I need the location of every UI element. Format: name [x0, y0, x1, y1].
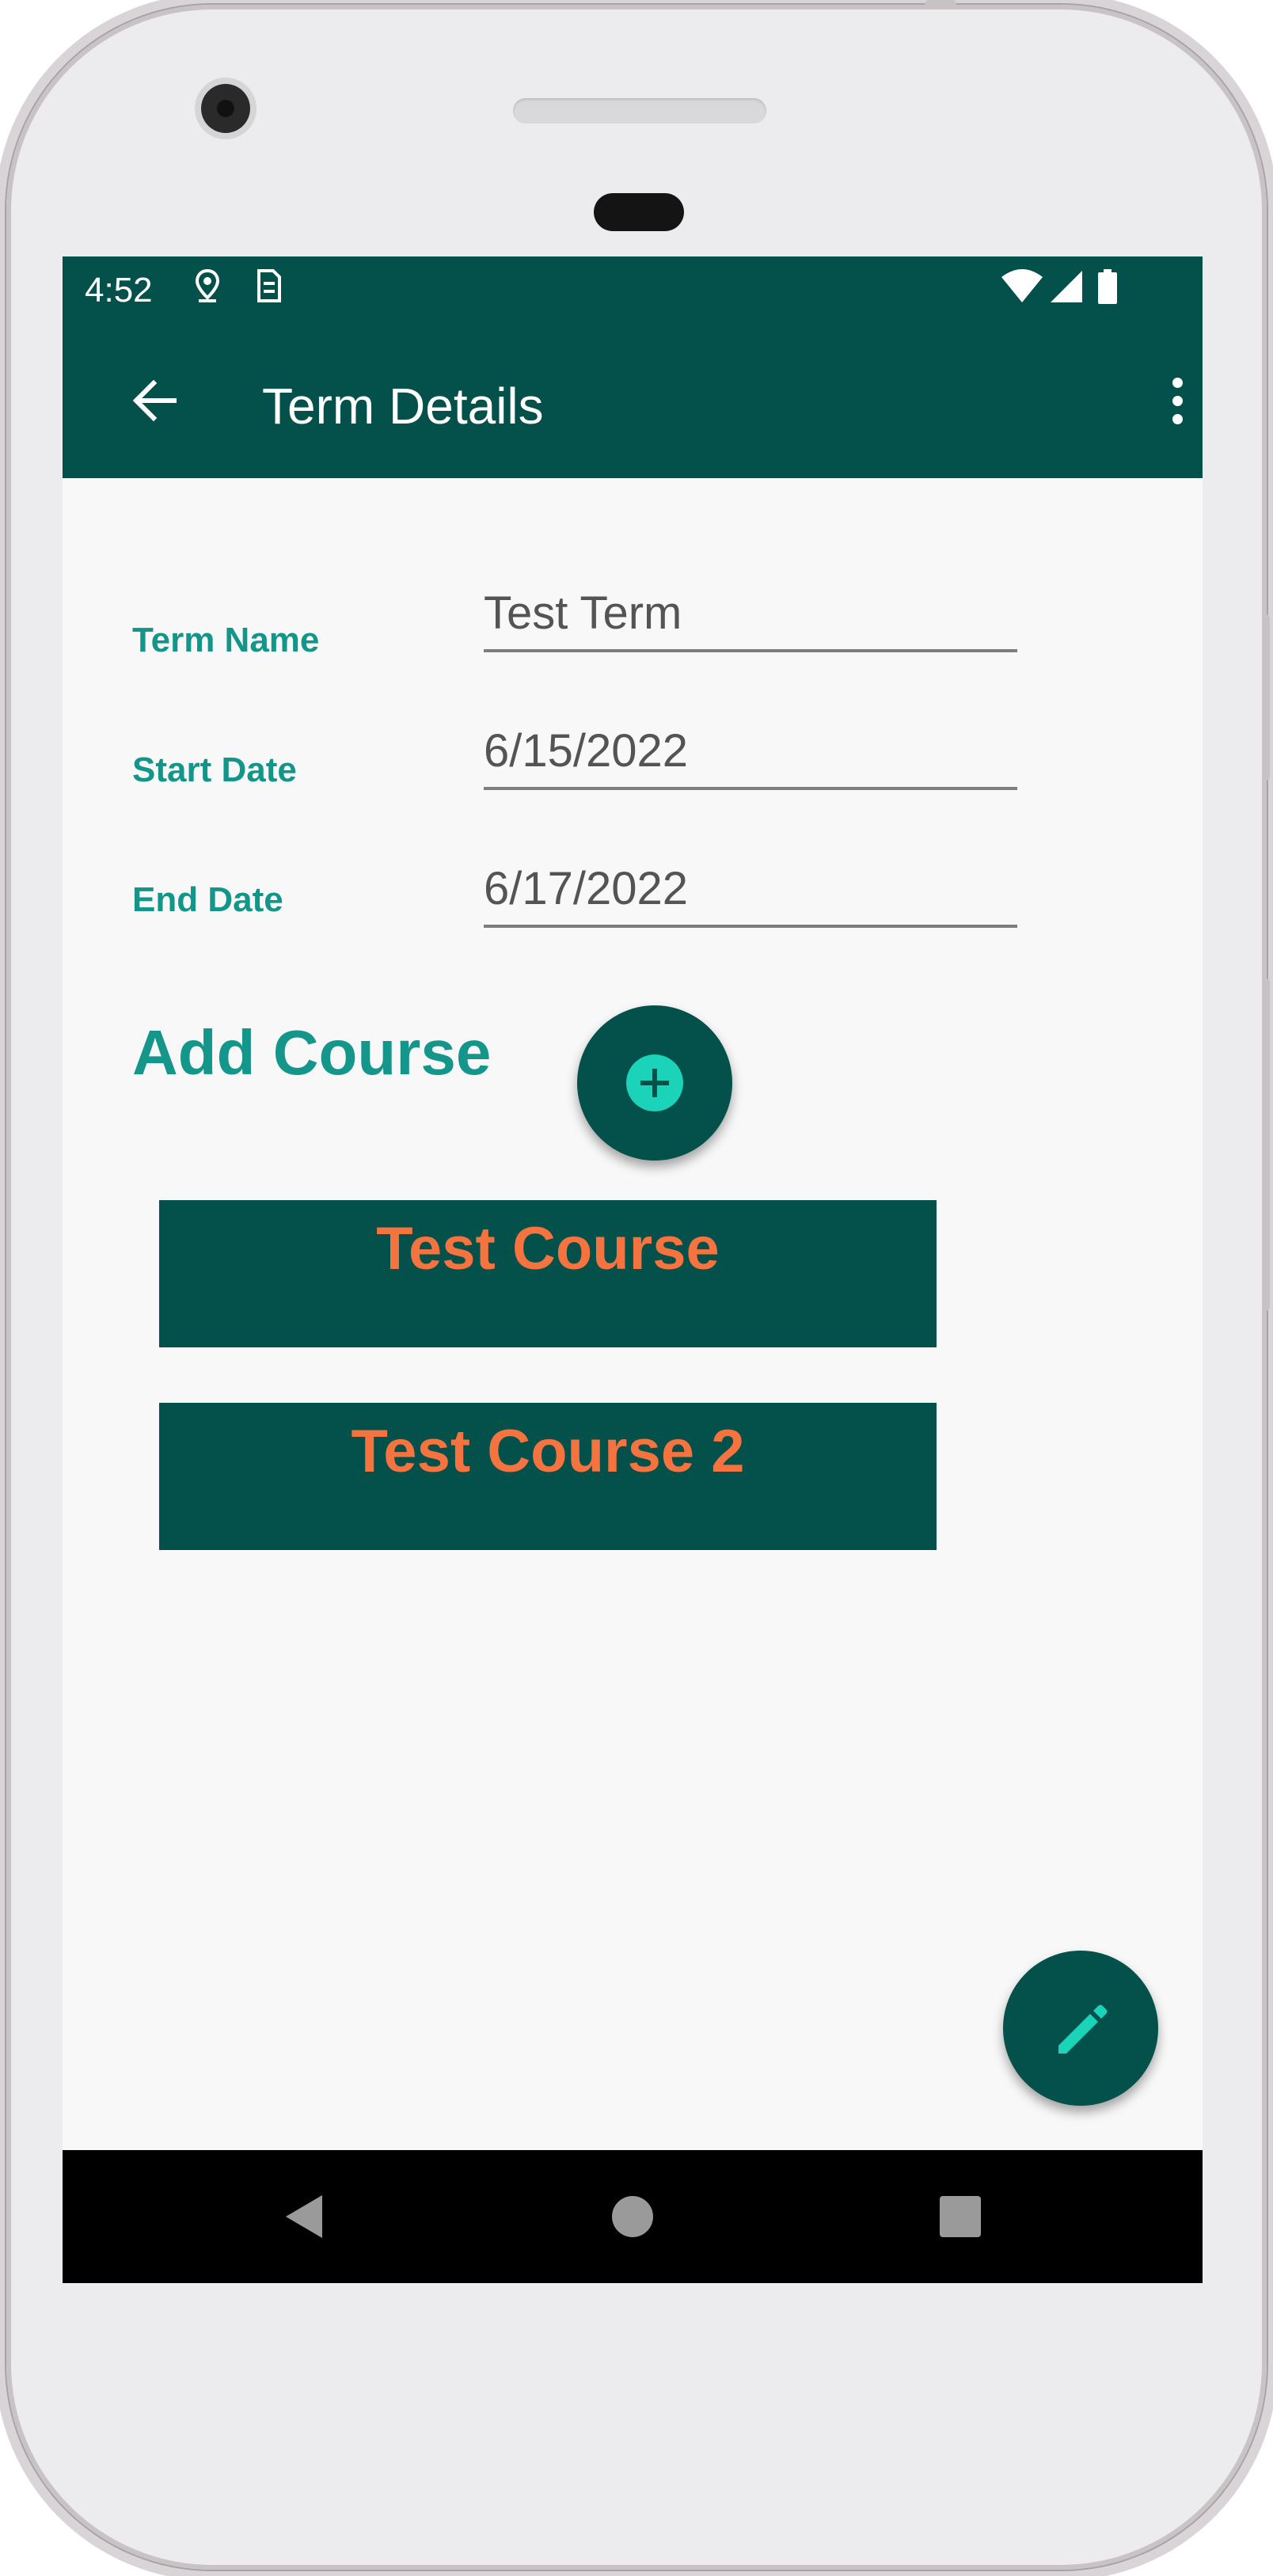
status-bar: 4:52: [63, 256, 1203, 323]
nav-back-button[interactable]: [281, 2193, 329, 2240]
system-nav-bar: [63, 2150, 1203, 2283]
toolbar: Term Details: [63, 323, 1203, 478]
course-item-1[interactable]: Test Course: [159, 1200, 937, 1347]
more-vertical-icon-dot: [1172, 395, 1183, 406]
page-title: Term Details: [262, 378, 544, 435]
front-camera: [201, 84, 250, 133]
end-date-field[interactable]: [484, 857, 1017, 920]
earpiece-speaker: [513, 98, 766, 123]
pencil-icon: [1058, 2004, 1108, 2054]
start-date-field[interactable]: [484, 719, 1017, 782]
overflow-menu-button[interactable]: [1161, 363, 1193, 439]
start-date-label: Start Date: [132, 750, 297, 789]
screen: 4:52 Term Details Term Name Test Term St…: [63, 256, 1203, 2283]
end-date-label: End Date: [132, 880, 283, 919]
battery-icon: [1096, 268, 1119, 317]
recents-square-icon: [940, 2196, 981, 2237]
top-button: [925, 0, 956, 8]
plus-circle-icon: [626, 1054, 683, 1111]
nav-recents-button[interactable]: [937, 2193, 984, 2240]
home-circle-icon: [612, 2196, 653, 2237]
start-date-field-container: [484, 719, 1017, 790]
more-vertical-icon: [1172, 377, 1183, 388]
term-name-field[interactable]: [484, 581, 1017, 644]
wifi-icon: [1000, 268, 1044, 317]
term-name-label: Term Name: [132, 621, 320, 659]
add-course-button[interactable]: [577, 1005, 732, 1161]
sim-icon: [253, 268, 284, 317]
term-name-field-container: [484, 581, 1017, 652]
back-button[interactable]: [110, 363, 197, 439]
proximity-sensor: [594, 193, 684, 231]
arrow-left-icon: [132, 379, 177, 422]
add-course-label: Add Course: [132, 1017, 492, 1088]
back-triangle-icon: [286, 2195, 322, 2238]
app-bar: 4:52 Term Details: [63, 256, 1203, 478]
end-date-field-container: [484, 857, 1017, 928]
location-pin-icon: [194, 268, 221, 317]
status-time: 4:52: [85, 271, 153, 310]
power-button: [1262, 978, 1270, 1311]
more-vertical-icon-dot: [1172, 413, 1183, 424]
volume-button: [1262, 614, 1270, 781]
edit-term-button[interactable]: [1003, 1951, 1158, 2106]
course-item-2[interactable]: Test Course 2: [159, 1403, 937, 1550]
nav-home-button[interactable]: [609, 2193, 656, 2240]
signal-icon: [1047, 268, 1085, 317]
